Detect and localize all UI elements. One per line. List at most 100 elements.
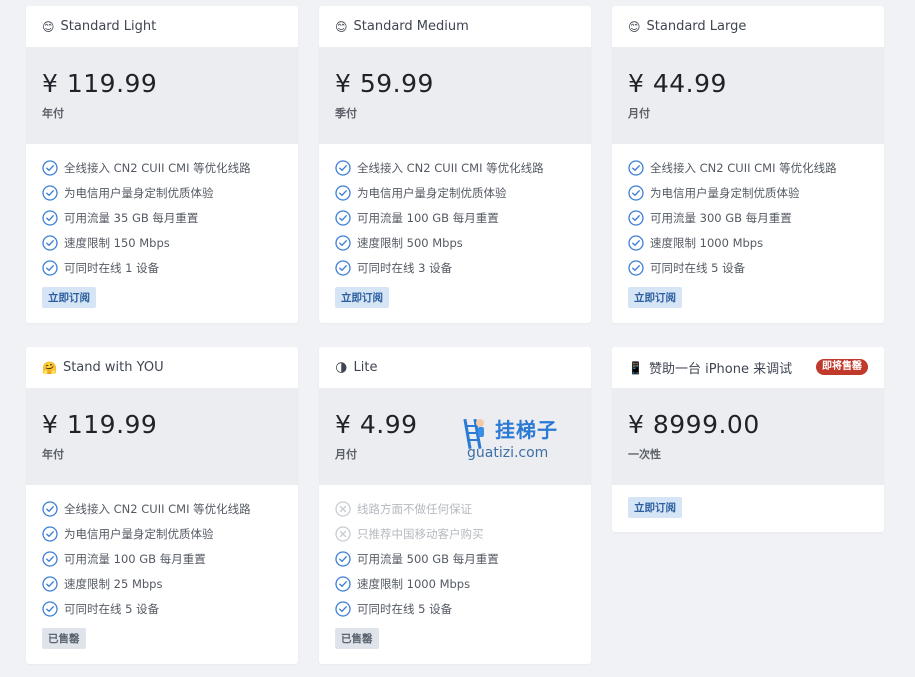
feature-item: 速度限制 150 Mbps — [42, 231, 282, 256]
feature-text: 可同时在线 1 设备 — [64, 261, 160, 276]
check-circle-icon — [42, 235, 58, 251]
feature-item: 为电信用户量身定制优质体验 — [42, 180, 282, 205]
feature-item: 全线接入 CN2 CUII CMI 等优化线路 — [42, 155, 282, 180]
check-circle-icon — [42, 210, 58, 226]
plan-emoji-icon: 😊 — [628, 19, 641, 34]
plan-title: Standard Medium — [353, 19, 469, 34]
subscribe-button[interactable]: 立即订阅 — [628, 497, 682, 518]
feature-item: 速度限制 500 Mbps — [335, 231, 575, 256]
plan-emoji-icon: 😊 — [42, 19, 55, 34]
plan-card: 📱 赞助一台 iPhone 来调试 即将售罄 ¥ 8999.00 一次性 立即订阅 — [612, 347, 884, 532]
feature-item: 可同时在线 3 设备 — [335, 256, 575, 281]
price-block: ¥ 119.99 年付 — [26, 47, 298, 144]
plan-price: ¥ 119.99 — [42, 69, 158, 98]
plan-header: 🌗 Lite — [319, 347, 591, 388]
feature-item: 为电信用户量身定制优质体验 — [335, 180, 575, 205]
x-circle-icon — [335, 526, 351, 542]
feature-item: 可同时在线 5 设备 — [42, 597, 282, 622]
plan-period: 年付 — [42, 448, 64, 461]
sold-out-button: 已售罄 — [335, 627, 379, 649]
feature-text: 可同时在线 5 设备 — [650, 261, 746, 276]
check-circle-icon — [42, 500, 58, 517]
plan-card: 🌗 Lite ¥ 4.99 月付 线路方面不做任何保证 只推荐中国移动客户购买 … — [319, 347, 591, 664]
feature-item: 可同时在线 5 设备 — [335, 597, 575, 622]
feature-list: 全线接入 CN2 CUII CMI 等优化线路 为电信用户量身定制优质体验 可用… — [612, 144, 884, 281]
feature-list: 全线接入 CN2 CUII CMI 等优化线路 为电信用户量身定制优质体验 可用… — [26, 144, 298, 281]
plan-title: 赞助一台 iPhone 来调试 — [648, 362, 793, 377]
plan-emoji-icon: 🤗 — [42, 360, 57, 375]
plan-title: Stand with YOU — [62, 360, 164, 375]
subscribe-button[interactable]: 立即订阅 — [628, 286, 682, 308]
check-circle-icon — [628, 210, 644, 226]
feature-text: 可用流量 100 GB 每月重置 — [64, 551, 206, 566]
check-circle-icon — [42, 159, 58, 176]
plan-period: 一次性 — [628, 448, 661, 461]
feature-text: 速度限制 25 Mbps — [64, 577, 163, 592]
feature-list: 全线接入 CN2 CUII CMI 等优化线路 为电信用户量身定制优质体验 可用… — [26, 485, 298, 622]
sold-out-button: 已售罄 — [42, 627, 86, 649]
plan-title: Standard Large — [646, 19, 747, 34]
feature-text: 可用流量 100 GB 每月重置 — [357, 210, 499, 225]
check-circle-icon — [335, 260, 351, 276]
plan-emoji-icon: 😊 — [335, 19, 348, 34]
feature-item: 可用流量 100 GB 每月重置 — [335, 205, 575, 230]
check-circle-icon — [42, 601, 58, 617]
feature-text: 全线接入 CN2 CUII CMI 等优化线路 — [64, 501, 251, 516]
feature-text: 速度限制 150 Mbps — [64, 236, 170, 251]
subscribe-button[interactable]: 立即订阅 — [335, 286, 389, 308]
plan-card: 😊 Standard Medium ¥ 59.99 季付 全线接入 CN2 CU… — [319, 6, 591, 323]
plan-header: 😊 Standard Light — [26, 6, 298, 47]
price-block: ¥ 119.99 年付 — [26, 388, 298, 485]
feature-item: 速度限制 1000 Mbps — [335, 572, 575, 597]
feature-text: 为电信用户量身定制优质体验 — [64, 185, 214, 200]
feature-text: 速度限制 500 Mbps — [357, 236, 463, 251]
watermark-ladder-logo-icon — [463, 418, 484, 449]
plan-card: 😊 Standard Large ¥ 44.99 月付 全线接入 CN2 CUI… — [612, 6, 884, 323]
check-circle-icon — [335, 551, 351, 567]
check-circle-icon — [42, 576, 58, 592]
plan-period: 月付 — [628, 107, 650, 120]
feature-item: 可同时在线 5 设备 — [628, 256, 868, 281]
plan-header: 😊 Standard Large — [612, 6, 884, 47]
check-circle-icon — [335, 159, 351, 176]
plan-price: ¥ 119.99 — [42, 410, 158, 439]
feature-text: 速度限制 1000 Mbps — [357, 577, 471, 592]
plan-header: 📱 赞助一台 iPhone 来调试 即将售罄 — [612, 347, 884, 388]
price-block: ¥ 44.99 月付 — [612, 47, 884, 144]
feature-text: 可用流量 300 GB 每月重置 — [650, 210, 792, 225]
subscribe-button[interactable]: 立即订阅 — [42, 286, 96, 308]
feature-item: 速度限制 1000 Mbps — [628, 231, 868, 256]
check-circle-icon — [628, 159, 644, 176]
check-circle-icon — [335, 601, 351, 617]
price-block: ¥ 59.99 季付 — [319, 47, 591, 144]
check-circle-icon — [335, 235, 351, 251]
feature-text: 只推荐中国移动客户购买 — [357, 526, 484, 541]
feature-item: 为电信用户量身定制优质体验 — [42, 521, 282, 546]
check-circle-icon — [42, 260, 58, 276]
plan-emoji-icon: 🌗 — [335, 360, 348, 375]
feature-list: 全线接入 CN2 CUII CMI 等优化线路 为电信用户量身定制优质体验 可用… — [319, 144, 591, 281]
check-circle-icon — [335, 576, 351, 592]
plan-price: ¥ 8999.00 — [628, 410, 760, 439]
feature-item: 线路方面不做任何保证 — [335, 496, 575, 521]
feature-item: 全线接入 CN2 CUII CMI 等优化线路 — [628, 155, 868, 180]
feature-item: 只推荐中国移动客户购买 — [335, 521, 575, 546]
feature-item: 可用流量 500 GB 每月重置 — [335, 546, 575, 571]
status-badge: 即将售罄 — [816, 359, 868, 375]
feature-text: 为电信用户量身定制优质体验 — [650, 185, 800, 200]
plan-title: Lite — [353, 360, 378, 375]
plan-header: 😊 Standard Medium — [319, 6, 591, 47]
plan-emoji-icon: 📱 — [628, 360, 643, 375]
feature-text: 全线接入 CN2 CUII CMI 等优化线路 — [64, 160, 251, 175]
feature-item: 为电信用户量身定制优质体验 — [628, 180, 868, 205]
feature-text: 为电信用户量身定制优质体验 — [357, 185, 507, 200]
feature-item: 可用流量 300 GB 每月重置 — [628, 205, 868, 230]
plan-period: 季付 — [335, 107, 357, 120]
check-circle-icon — [42, 526, 58, 542]
plan-header: 🤗 Stand with YOU — [26, 347, 298, 388]
plan-card: 😊 Standard Light ¥ 119.99 年付 全线接入 CN2 CU… — [26, 6, 298, 323]
feature-text: 可用流量 500 GB 每月重置 — [357, 551, 499, 566]
feature-item: 可同时在线 1 设备 — [42, 256, 282, 281]
feature-text: 线路方面不做任何保证 — [357, 501, 472, 516]
x-circle-icon — [335, 500, 351, 517]
